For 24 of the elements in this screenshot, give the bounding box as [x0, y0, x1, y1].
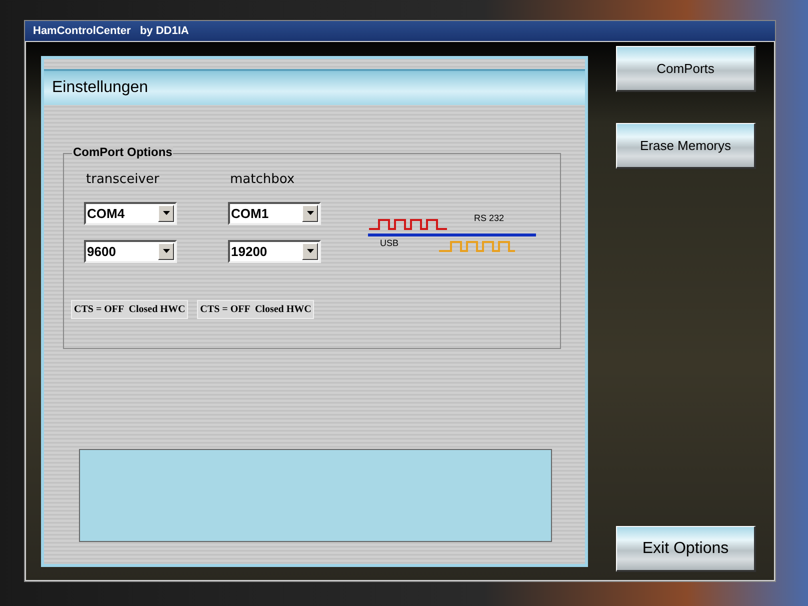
- caret-icon: [162, 211, 170, 215]
- caret-icon: [306, 249, 314, 253]
- dropdown[interactable]: 9600: [84, 240, 177, 262]
- caret-icon: [162, 249, 170, 253]
- status-label: CTS = OFF Closed HWC: [71, 300, 188, 318]
- usb-label: USB: [380, 239, 399, 248]
- column-label: matchbox: [229, 171, 296, 189]
- dropdown[interactable]: COM4: [84, 202, 177, 224]
- column-label: transceiver: [85, 171, 160, 189]
- dropdown[interactable]: 19200: [228, 240, 321, 262]
- dropdown-arrow-button[interactable]: [302, 204, 318, 222]
- status-label: CTS = OFF Closed HWC: [197, 300, 314, 318]
- dropdown-arrow-button[interactable]: [158, 204, 174, 222]
- window-title: HamControlCenter by DD1IA: [33, 24, 189, 39]
- rs232-label: RS 232: [474, 214, 504, 223]
- dropdown[interactable]: COM1: [228, 202, 321, 224]
- dropdown-arrow-button[interactable]: [302, 242, 318, 260]
- group-title: ComPort Options: [72, 146, 174, 158]
- side-button[interactable]: Erase Memorys: [616, 123, 756, 169]
- dropdown-arrow-button[interactable]: [158, 242, 174, 260]
- panel-title: Einstellungen: [52, 78, 148, 98]
- exit-options-button[interactable]: Exit Options: [616, 526, 756, 572]
- caret-icon: [306, 211, 314, 215]
- side-button[interactable]: ComPorts: [616, 46, 756, 92]
